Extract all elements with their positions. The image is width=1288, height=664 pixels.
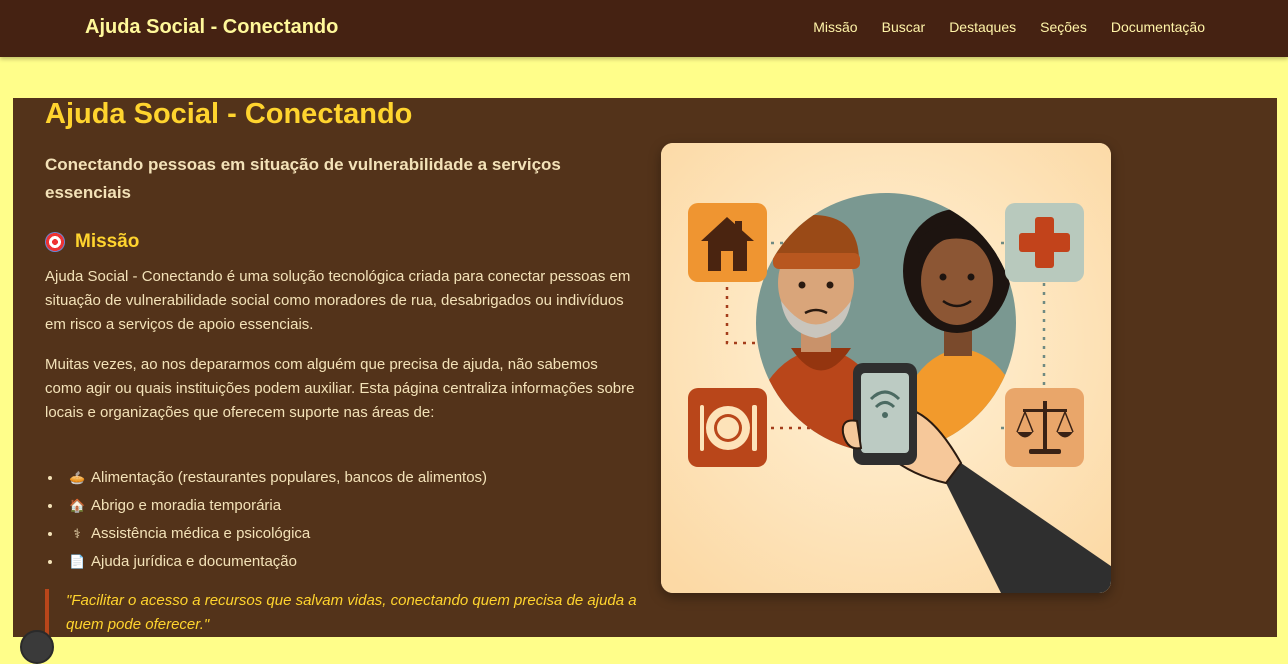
mission-heading-text: Missão	[75, 231, 140, 252]
mission-paragraph-2: Muitas vezes, ao nos depararmos com algu…	[45, 356, 635, 421]
illustration-svg	[661, 143, 1111, 593]
support-areas-list: 🥧 Alimentação (restaurantes populares, ba…	[45, 464, 487, 576]
list-item: ⚕ Assistência médica e psicológica	[63, 520, 487, 548]
justice-tile	[1005, 388, 1084, 467]
house-icon: 🏠	[69, 498, 86, 513]
mission-heading: Missão	[45, 231, 139, 253]
nav-link-missao[interactable]: Missão	[813, 19, 857, 35]
hero-illustration	[661, 143, 1111, 593]
medical-tile	[1005, 203, 1084, 282]
nav-links: Missão Buscar Destaques Seções Documenta…	[813, 19, 1205, 35]
document-icon: 📄	[69, 554, 86, 569]
top-navbar: Ajuda Social - Conectando Missão Buscar …	[0, 0, 1288, 57]
mission-paragraph-1: Ajuda Social - Conectando é uma solução …	[45, 268, 631, 333]
food-tile	[688, 388, 767, 467]
page-title: Ajuda Social - Conectando	[45, 98, 413, 130]
mission-quote: "Facilitar o acesso a recursos que salva…	[45, 589, 656, 637]
medical-icon: ⚕	[73, 526, 81, 541]
brand-link[interactable]: Ajuda Social - Conectando	[85, 16, 338, 39]
nav-link-secoes[interactable]: Seções	[1040, 19, 1087, 35]
area-label: Alimentação (restaurantes populares, ban…	[91, 469, 488, 486]
nav-link-buscar[interactable]: Buscar	[882, 19, 926, 35]
page-subtitle: Conectando pessoas em situação de vulner…	[45, 155, 561, 202]
target-icon	[45, 232, 65, 252]
area-label: Assistência médica e psicológica	[91, 525, 311, 542]
list-item: 🏠 Abrigo e moradia temporária	[63, 492, 487, 520]
nav-link-destaques[interactable]: Destaques	[949, 19, 1016, 35]
house-tile	[688, 203, 767, 282]
food-bowl-icon: 🥧	[69, 470, 86, 485]
nav-link-documentacao[interactable]: Documentação	[1111, 19, 1205, 35]
list-item: 📄 Ajuda jurídica e documentação	[63, 548, 487, 576]
scroll-to-top-button[interactable]	[20, 630, 54, 664]
list-item: 🥧 Alimentação (restaurantes populares, ba…	[63, 464, 487, 492]
area-label: Ajuda jurídica e documentação	[91, 553, 297, 570]
area-label: Abrigo e moradia temporária	[91, 497, 282, 514]
